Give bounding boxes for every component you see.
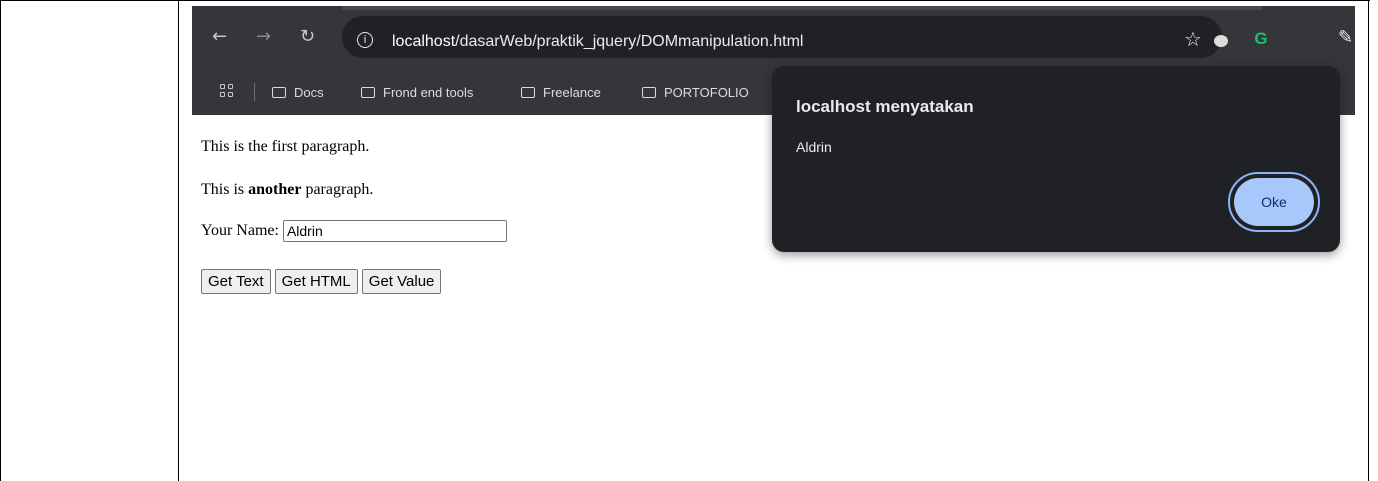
apps-grid-icon[interactable]	[220, 84, 234, 98]
first-paragraph: This is the first paragraph.	[201, 138, 370, 155]
table-border-right	[1368, 0, 1369, 481]
get-html-button[interactable]: Get HTML	[274, 269, 358, 294]
name-label: Your Name:	[201, 222, 279, 239]
pen-icon[interactable]: ✎	[1338, 28, 1353, 48]
bookmark-label: Docs	[294, 84, 324, 100]
bookmark-portofolio[interactable]: PORTOFOLIO	[642, 82, 749, 102]
bookmark-label: PORTOFOLIO	[664, 84, 749, 100]
bookmark-frond-end-tools[interactable]: Frond end tools	[361, 82, 473, 102]
ok-button[interactable]: Oke	[1234, 178, 1314, 226]
table-border-top	[0, 0, 1370, 1]
star-icon[interactable]: ☆	[1184, 29, 1202, 49]
bookmark-label: Frond end tools	[383, 84, 474, 100]
dialog-title: localhost menyatakan	[796, 97, 974, 116]
bookmark-label: Freelance	[543, 84, 601, 100]
name-input[interactable]	[282, 220, 507, 242]
paragraph-text: paragraph.	[301, 181, 374, 198]
alert-dialog: localhost menyatakan Aldrin Oke	[772, 66, 1340, 252]
url-path: /dasarWeb/praktik_jquery/DOMmanipulation…	[455, 33, 804, 50]
folder-icon	[361, 86, 375, 98]
reload-icon[interactable]: ↻	[300, 28, 315, 46]
paragraph-text: This is	[201, 181, 249, 198]
back-arrow-icon[interactable]: ←	[212, 28, 227, 46]
table-border-left	[0, 0, 1, 481]
bookmark-docs[interactable]: Docs	[272, 82, 324, 102]
grammarly-icon[interactable]: G	[1250, 28, 1272, 50]
name-row: Your Name:	[201, 220, 507, 242]
bookmark-freelance[interactable]: Freelance	[521, 82, 601, 102]
folder-icon	[272, 86, 286, 98]
bookmark-separator	[254, 83, 255, 101]
get-text-button[interactable]: Get Text	[201, 269, 271, 294]
folder-icon	[642, 86, 656, 98]
info-icon[interactable]: i	[357, 32, 373, 48]
folder-icon	[521, 86, 535, 98]
get-value-button[interactable]: Get Value	[361, 269, 442, 294]
url-text[interactable]: localhost/dasarWeb/praktik_jquery/DOMman…	[392, 33, 803, 51]
tab-strip-edge	[342, 6, 1262, 10]
second-paragraph: This is another paragraph.	[201, 181, 373, 199]
dialog-message: Aldrin	[796, 139, 832, 155]
extension-icon[interactable]	[1214, 35, 1228, 47]
forward-arrow-icon[interactable]: →	[256, 28, 271, 46]
paragraph-bold-text: another	[248, 181, 302, 198]
url-host: localhost	[392, 33, 456, 50]
table-column-divider	[178, 0, 179, 481]
button-row: Get Text Get HTML Get Value	[201, 269, 442, 294]
